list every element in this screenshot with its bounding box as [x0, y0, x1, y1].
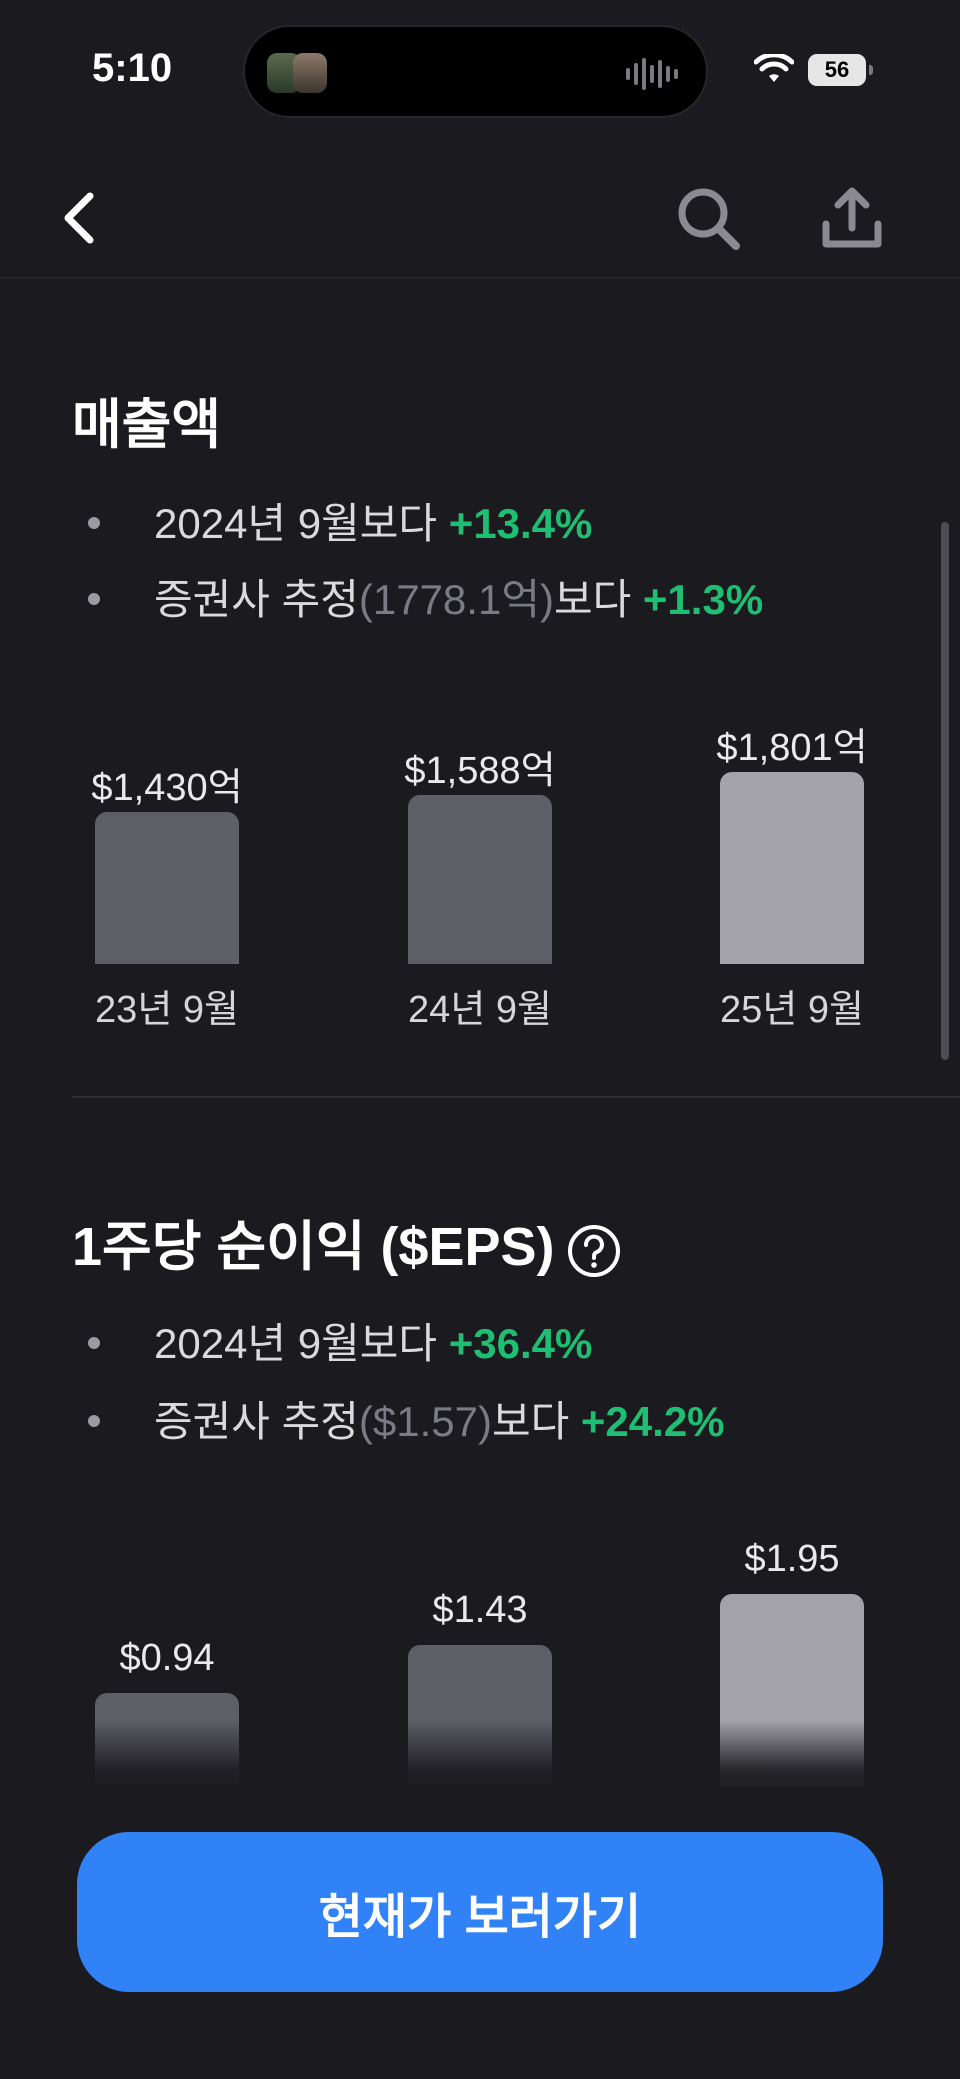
revenue-estimate-change: +1.3% [642, 576, 764, 623]
search-icon[interactable] [670, 180, 746, 256]
audio-waveform-icon [626, 58, 678, 90]
chart-bar [408, 795, 552, 964]
eps-yoy-row: 2024년 9월보다 +36.4% [72, 1310, 592, 1371]
view-current-price-button[interactable]: 현재가 보러가기 [77, 1832, 883, 1992]
revenue-yoy-change: +13.4% [448, 500, 593, 547]
revenue-yoy-text: 2024년 9월보다 [154, 500, 449, 547]
section-divider [72, 1096, 960, 1098]
chevron-left-icon[interactable] [44, 180, 120, 256]
question-circle-icon[interactable] [567, 1224, 621, 1278]
nav-bar [0, 140, 960, 278]
chart-bar [720, 772, 864, 964]
bar-category-label: 23년 9월 [95, 989, 239, 1031]
live-activity-avatars [267, 53, 327, 93]
eps-estimate-suffix: 보다 [491, 1398, 581, 1445]
revenue-title: 매출액 [72, 395, 222, 455]
dynamic-island[interactable] [243, 25, 708, 118]
revenue-estimate-suffix: 보다 [553, 576, 643, 623]
eps-yoy-text: 2024년 9월보다 [154, 1320, 449, 1367]
revenue-estimate-text: 증권사 추정 [154, 576, 359, 623]
bar-category-label: 24년 9월 [408, 989, 552, 1031]
battery-level: 56 [808, 54, 866, 86]
wifi-icon [754, 54, 794, 82]
status-bar: 5:10 56 [0, 0, 960, 140]
eps-estimate-text: 증권사 추정 [154, 1398, 359, 1445]
eps-estimate-change: +24.2% [580, 1398, 725, 1445]
bar-category-label: 25년 9월 [720, 989, 864, 1031]
bar-value-label: $1,430억 [91, 767, 243, 809]
eps-title: 1주당 순이익 ($EPS) [72, 1217, 555, 1277]
eps-estimate-value: ($1.57) [358, 1398, 492, 1445]
share-icon[interactable] [814, 180, 890, 256]
chart-bar [95, 812, 239, 964]
battery-indicator: 56 [808, 54, 873, 86]
revenue-estimate-row: 증권사 추정(1778.1억)보다 +1.3% [72, 566, 763, 627]
revenue-estimate-value: (1778.1억) [358, 576, 554, 623]
bar-value-label: $1,801억 [716, 727, 868, 769]
status-time: 5:10 [92, 46, 173, 90]
bar-value-label: $0.94 [119, 1637, 215, 1679]
bar-value-label: $1.95 [744, 1538, 840, 1580]
eps-yoy-change: +36.4% [448, 1320, 593, 1367]
eps-estimate-row: 증권사 추정($1.57)보다 +24.2% [72, 1388, 725, 1449]
bar-value-label: $1,588억 [404, 750, 556, 792]
scrollbar[interactable] [941, 522, 949, 1060]
eps-title-row: 1주당 순이익 ($EPS) [72, 1202, 621, 1281]
bar-value-label: $1.43 [432, 1589, 528, 1631]
revenue-yoy-row: 2024년 9월보다 +13.4% [72, 490, 592, 551]
